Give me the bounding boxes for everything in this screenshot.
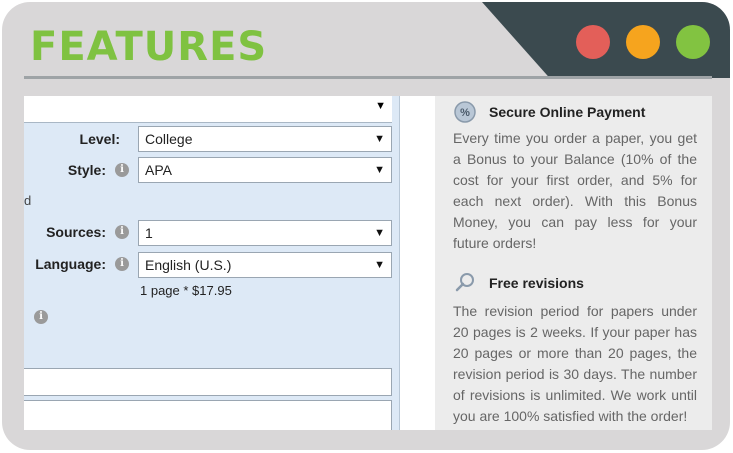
- price-summary: 1 page * $17.95: [140, 283, 232, 298]
- feature-title: Free revisions: [489, 275, 584, 291]
- sources-value: 1: [145, 225, 153, 241]
- close-window-button[interactable]: [576, 25, 610, 59]
- language-value: English (U.S.): [145, 257, 232, 273]
- window-frame: FEATURES ▼ Level: College ▼ Style: i APA…: [2, 2, 730, 450]
- features-panel: % Secure Online Payment Every time you o…: [435, 96, 712, 430]
- header-divider: [24, 76, 712, 79]
- style-value: APA: [145, 162, 172, 178]
- feature-description: The revision period for papers under 20 …: [453, 303, 697, 424]
- screenshot-content: ▼ Level: College ▼ Style: i APA ▼ d Sour…: [24, 96, 712, 430]
- info-icon[interactable]: i: [115, 257, 129, 271]
- info-icon[interactable]: i: [115, 225, 129, 239]
- magnifier-icon: [455, 273, 474, 292]
- text-input[interactable]: [24, 368, 392, 396]
- chevron-down-icon: ▼: [374, 164, 385, 176]
- feature-title: Secure Online Payment: [489, 104, 646, 120]
- chevron-down-icon: ▼: [374, 133, 385, 145]
- text-area[interactable]: [24, 400, 392, 430]
- chevron-down-icon: ▼: [375, 100, 386, 112]
- language-select[interactable]: English (U.S.) ▼: [138, 252, 392, 278]
- level-value: College: [145, 131, 193, 147]
- svg-text:%: %: [460, 107, 470, 119]
- info-icon[interactable]: i: [115, 163, 129, 177]
- page-title: FEATURES: [30, 24, 268, 70]
- percent-badge-icon: %: [454, 101, 476, 123]
- clipped-text: d: [24, 193, 32, 208]
- level-select[interactable]: College ▼: [138, 126, 392, 152]
- feature-description: Every time you order a paper, you get a …: [453, 130, 697, 251]
- sources-select[interactable]: 1 ▼: [138, 220, 392, 246]
- top-select[interactable]: ▼: [24, 96, 392, 123]
- language-label: Language:: [35, 256, 106, 272]
- style-select[interactable]: APA ▼: [138, 157, 392, 183]
- info-icon[interactable]: i: [34, 310, 48, 324]
- level-label: Level:: [79, 131, 120, 147]
- chevron-down-icon: ▼: [374, 259, 385, 271]
- chevron-down-icon: ▼: [374, 227, 385, 239]
- minimize-window-button[interactable]: [626, 25, 660, 59]
- sources-label: Sources:: [46, 224, 106, 240]
- maximize-window-button[interactable]: [676, 25, 710, 59]
- order-form: ▼ Level: College ▼ Style: i APA ▼ d Sour…: [24, 96, 400, 430]
- style-label: Style:: [67, 162, 106, 178]
